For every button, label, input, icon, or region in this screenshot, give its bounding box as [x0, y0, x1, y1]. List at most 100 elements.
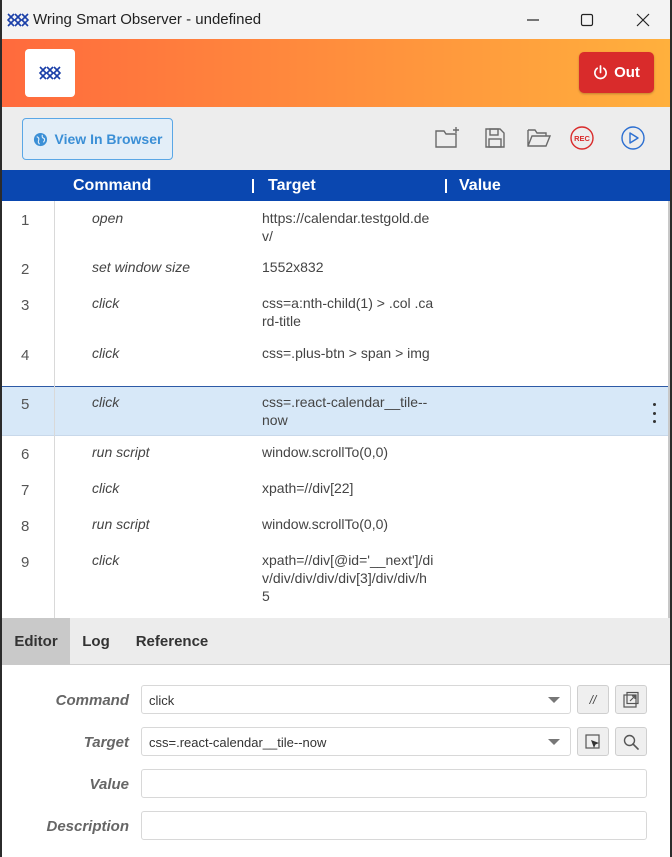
table-row[interactable]: 4 click css=.plus-btn > span > img — [2, 337, 668, 386]
app-window: Wring Smart Observer - undefined Out Vie… — [2, 0, 670, 857]
table-scrollbar[interactable] — [668, 201, 670, 618]
description-input[interactable] — [141, 811, 647, 840]
save-icon — [485, 128, 505, 148]
record-icon: REC — [570, 126, 594, 150]
open-folder-button[interactable] — [525, 124, 553, 152]
find-element-button[interactable] — [615, 727, 647, 756]
external-link-icon — [623, 691, 639, 708]
chevron-down-icon — [548, 739, 560, 745]
row-command: click — [92, 480, 120, 496]
row-command: click — [92, 394, 120, 410]
row-number: 5 — [21, 396, 30, 413]
open-reference-button[interactable] — [615, 685, 647, 714]
search-icon — [623, 734, 639, 750]
tab-log[interactable]: Log — [70, 618, 122, 665]
row-command: run script — [92, 516, 150, 532]
row-target: window.scrollTo(0,0) — [262, 516, 389, 532]
editor-panel: Command click // Target css=.react-calen… — [2, 665, 670, 857]
target-select[interactable]: css=.react-calendar__tile--now — [141, 727, 571, 756]
table-row[interactable]: 6 run script window.scrollTo(0,0) — [2, 436, 668, 472]
maximize-button[interactable] — [564, 0, 610, 39]
value-label: Value — [89, 776, 129, 793]
new-folder-button[interactable] — [434, 124, 462, 152]
value-input[interactable] — [141, 769, 647, 798]
element-picker-icon — [585, 733, 600, 749]
row-number: 3 — [21, 297, 30, 314]
row-target: css=a:nth-child(1) > .col .card-title — [262, 295, 434, 329]
logout-label: Out — [614, 64, 640, 81]
window-title: Wring Smart Observer - undefined — [33, 11, 262, 28]
command-select[interactable]: click — [141, 685, 571, 714]
table-row[interactable]: 1 open https://calendar.testgold.dev/ — [2, 201, 668, 251]
record-button[interactable]: REC — [568, 124, 596, 152]
wring-logo-icon — [38, 66, 62, 80]
column-header-target[interactable]: Target — [268, 177, 316, 195]
row-more-icon[interactable] — [648, 403, 660, 423]
minimize-icon — [527, 18, 539, 21]
table-row[interactable]: 9 click xpath=//div[@id='__next']/div/di… — [2, 544, 668, 614]
app-logo — [25, 49, 75, 97]
target-select-value: css=.react-calendar__tile--now — [149, 735, 327, 750]
table-row[interactable]: 7 click xpath=//div[22] — [2, 472, 668, 508]
comment-toggle-label: // — [589, 692, 597, 707]
comment-toggle-button[interactable]: // — [577, 685, 609, 714]
bottom-tabs: Editor Log Reference — [2, 618, 670, 665]
chevron-down-icon — [548, 697, 560, 703]
svg-text:REC: REC — [574, 134, 590, 143]
row-command: run script — [92, 444, 150, 460]
new-folder-icon — [435, 127, 459, 148]
target-label: Target — [83, 734, 129, 751]
row-command: open — [92, 210, 124, 226]
view-in-browser-label: View In Browser — [54, 131, 163, 147]
maximize-icon — [580, 13, 594, 26]
play-button[interactable] — [619, 124, 647, 152]
row-number: 1 — [21, 212, 30, 229]
row-number: 6 — [21, 446, 30, 463]
globe-icon — [33, 132, 47, 146]
row-command: click — [92, 552, 120, 568]
power-icon — [594, 65, 608, 80]
open-folder-icon — [527, 129, 552, 147]
tab-reference[interactable]: Reference — [126, 618, 218, 665]
command-label: Command — [55, 692, 129, 709]
row-target: https://calendar.testgold.dev/ — [262, 210, 430, 244]
row-target: css=.react-calendar__tile--now — [262, 394, 428, 428]
toolbar: View In Browser REC — [2, 107, 670, 170]
close-button[interactable] — [620, 0, 666, 39]
table-row[interactable]: 3 click css=a:nth-child(1) > .col .card-… — [2, 287, 668, 337]
row-target: 1552x832 — [262, 259, 324, 275]
column-header-command[interactable]: Command — [73, 177, 151, 195]
row-command: click — [92, 295, 120, 311]
description-label: Description — [46, 818, 129, 835]
title-bar: Wring Smart Observer - undefined — [2, 0, 670, 39]
command-table: 1 open https://calendar.testgold.dev/ 2 … — [2, 201, 670, 618]
row-number: 4 — [21, 347, 30, 364]
row-number: 8 — [21, 518, 30, 535]
table-row-selected[interactable]: 5 click css=.react-calendar__tile--now — [2, 386, 668, 436]
row-target: window.scrollTo(0,0) — [262, 444, 389, 460]
logout-button[interactable]: Out — [579, 52, 654, 93]
table-header: Command Target Value — [2, 170, 670, 201]
wring-logo-icon — [7, 13, 29, 27]
row-number: 9 — [21, 554, 30, 571]
column-divider-line — [54, 201, 55, 618]
row-target: css=.plus-btn > span > img — [262, 345, 430, 361]
view-in-browser-button[interactable]: View In Browser — [22, 118, 173, 160]
minimize-button[interactable] — [510, 0, 556, 39]
row-target: xpath=//div[@id='__next']/div/div/div/di… — [262, 552, 434, 604]
table-row[interactable]: 2 set window size 1552x832 — [2, 251, 668, 287]
row-command: set window size — [92, 259, 191, 275]
tab-editor[interactable]: Editor — [2, 618, 70, 665]
row-number: 2 — [21, 261, 30, 278]
row-number: 7 — [21, 482, 30, 499]
close-icon — [636, 13, 650, 26]
row-target: xpath=//div[22] — [262, 480, 354, 496]
save-button[interactable] — [481, 124, 509, 152]
table-row[interactable]: 8 run script window.scrollTo(0,0) — [2, 508, 668, 544]
column-divider — [445, 179, 447, 193]
column-header-value[interactable]: Value — [459, 177, 501, 195]
command-select-value: click — [149, 693, 175, 708]
select-element-button[interactable] — [577, 727, 609, 756]
column-divider — [252, 179, 254, 193]
app-header: Out — [2, 39, 670, 107]
